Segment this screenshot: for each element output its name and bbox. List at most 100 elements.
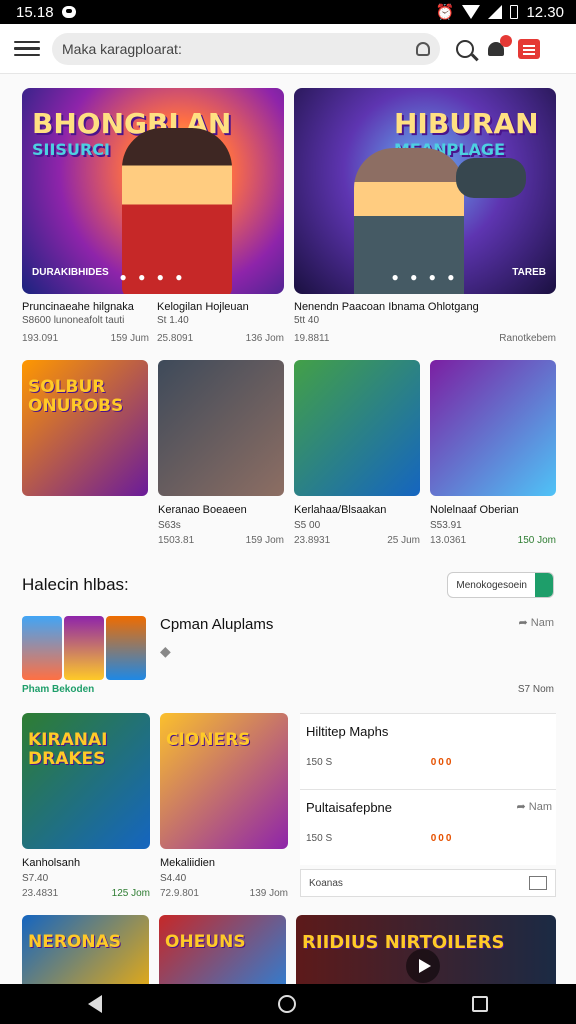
- game-tile-art[interactable]: [158, 360, 284, 496]
- battery-icon: [510, 5, 519, 19]
- side-list-item[interactable]: Hiltitep Maphs 150 S 000: [300, 713, 556, 789]
- bottom-row: NERONAS OHEUNS RIIDIUS NIRTOILERS: [0, 899, 576, 984]
- play-icon[interactable]: [406, 949, 441, 983]
- game-tile-count: 13.0361: [430, 535, 467, 546]
- notification-badge: [500, 34, 512, 47]
- list-item-thumbnails[interactable]: [22, 616, 146, 680]
- notifications-icon[interactable]: [486, 34, 512, 59]
- hero-item-time: 136 Jom: [245, 333, 284, 344]
- gamepad-icon: [456, 158, 526, 198]
- hero-art-title-line: HIBURAN: [394, 107, 539, 140]
- wifi-icon: [462, 5, 481, 19]
- game-tile-art-title: OHEUNS: [165, 932, 246, 952]
- game-tile[interactable]: Kerlahaa/Blsaakan S5 00 23.8931 25 Jum: [294, 360, 420, 546]
- signal-icon: [488, 5, 503, 19]
- hero-item-title: Nenendn Paacoan Ibnama Ohlotgang: [294, 301, 479, 313]
- back-icon[interactable]: [88, 995, 102, 1013]
- list-item[interactable]: Cpman Aluplams ◆ ➦ Nam: [0, 598, 576, 680]
- game-tile-art-title: SOLBUR ONUROBS: [28, 377, 124, 416]
- game-tile-price: S53.91: [430, 520, 462, 531]
- puzzle-icon: ◆: [160, 643, 171, 659]
- menu-icon[interactable]: [14, 40, 40, 57]
- game-tile-name: Keranao Boeaeen: [158, 504, 247, 516]
- hero-item-time: 159 Jum: [110, 333, 149, 344]
- side-item-rating: 000: [430, 757, 454, 768]
- side-search-field[interactable]: Koanas: [300, 869, 556, 897]
- chevron-right-icon: [535, 573, 553, 597]
- game-card-art[interactable]: CIONERS: [160, 713, 288, 849]
- hero-card[interactable]: BHONGBLAN SIISURCI DURAKIBHIDES ● ● ● ● …: [22, 88, 284, 346]
- app-bar: Maka karagploarat:: [0, 24, 576, 74]
- search-input[interactable]: Maka karagploarat:: [52, 32, 440, 65]
- search-icon[interactable]: [456, 39, 474, 58]
- mic-icon[interactable]: [416, 41, 430, 56]
- system-nav-bar: [0, 984, 576, 1024]
- home-icon[interactable]: [278, 995, 296, 1013]
- game-card-price: S4.40: [160, 873, 187, 884]
- list-item-title: Cpman Aluplams: [160, 616, 274, 633]
- share-button[interactable]: ➦ Nam: [518, 616, 554, 629]
- game-card-art-title: KIRANAI DRAKES: [28, 730, 108, 769]
- game-card-time: 139 Jom: [249, 888, 288, 899]
- game-tile[interactable]: Keranao Boeaeen S63s 1503.81 159 Jom: [158, 360, 284, 546]
- list-item-meta: Pham Bekoden: [22, 684, 95, 695]
- status-clock: 12.30: [526, 3, 564, 21]
- hero-card[interactable]: HIBURAN MEANPLAGE TAREB ● ● ● ● Nenendn …: [294, 88, 556, 346]
- game-card-price: S7.40: [22, 873, 49, 884]
- hero-item-sub: St 1.40: [157, 315, 189, 326]
- game-tile-time: 150 Jom: [517, 535, 556, 546]
- hero-item-title: Pruncinaeahe hilgnaka: [22, 301, 134, 313]
- share-label: Nam: [528, 801, 552, 813]
- status-time: 15.18: [16, 3, 54, 21]
- game-tile[interactable]: Nolelnaaf Oberian S53.91 13.0361 150 Jom: [430, 360, 556, 546]
- game-card-count: 23.4831: [22, 888, 59, 899]
- hero-banner[interactable]: BHONGBLAN SIISURCI DURAKIBHIDES ● ● ● ●: [22, 88, 284, 294]
- game-tile-art[interactable]: SOLBUR ONUROBS: [22, 360, 148, 496]
- side-list-item[interactable]: Pultaisafepbne ➦ Nam 150 S 000: [300, 789, 556, 865]
- alarm-icon: ⏰: [435, 4, 455, 21]
- game-tile-price: S5 00: [294, 520, 321, 531]
- hero-item[interactable]: Nenendn Paacoan Ibnama Ohlotgang 5tt 40 …: [294, 300, 556, 346]
- hero-item[interactable]: Pruncinaeahe hilgnaka S8600 lunoneafolt …: [22, 300, 149, 346]
- game-card-name: Mekaliidien: [160, 857, 216, 869]
- hero-item-sub: S8600 lunoneafolt tauti: [22, 315, 125, 326]
- game-card-time: 125 Jom: [111, 888, 150, 899]
- game-tile-art[interactable]: NERONAS: [22, 915, 150, 984]
- share-button[interactable]: ➦ Nam: [516, 800, 552, 815]
- carousel-dots[interactable]: ● ● ● ●: [22, 270, 284, 284]
- video-banner[interactable]: RIIDIUS NIRTOILERS: [296, 915, 557, 984]
- hero-row: BHONGBLAN SIISURCI DURAKIBHIDES ● ● ● ● …: [0, 74, 576, 346]
- featured-grid: KIRANAI DRAKES Kanholsanh S7.40 23.4831 1…: [0, 695, 576, 899]
- game-tile-art[interactable]: [294, 360, 420, 496]
- game-tile-name: Nolelnaaf Oberian: [430, 504, 519, 516]
- hero-item-count: 25.8091: [157, 333, 194, 344]
- side-item-title: Pultaisafepbne: [306, 800, 393, 815]
- game-tile-time: 25 Jum: [387, 535, 420, 546]
- recents-icon[interactable]: [472, 996, 488, 1012]
- hero-banner[interactable]: HIBURAN MEANPLAGE TAREB ● ● ● ●: [294, 88, 556, 294]
- game-card-art[interactable]: KIRANAI DRAKES: [22, 713, 150, 849]
- game-tile-name: Kerlahaa/Blsaakan: [294, 504, 387, 516]
- share-label: Nam: [530, 617, 554, 629]
- game-tile-art[interactable]: OHEUNS: [159, 915, 287, 984]
- status-bar: 15.18 ⏰ 12.30: [0, 0, 576, 24]
- side-item-rating: 000: [430, 833, 454, 844]
- game-tile-count: 23.8931: [294, 535, 331, 546]
- calendar-icon[interactable]: [529, 876, 547, 890]
- game-card-art-title: CIONERS: [166, 730, 251, 750]
- game-card[interactable]: KIRANAI DRAKES Kanholsanh S7.40 23.4831 1…: [22, 713, 150, 899]
- section-action-button[interactable]: Menokogesoein: [447, 572, 554, 598]
- hero-item[interactable]: Kelogilan Hojleuan St 1.40 25.8091 136 Jo…: [157, 300, 284, 346]
- game-card-name: Kanholsanh: [22, 857, 81, 869]
- game-tile-art[interactable]: [430, 360, 556, 496]
- carousel-dots[interactable]: ● ● ● ●: [294, 270, 556, 284]
- game-card[interactable]: CIONERS Mekaliidien S4.40 72.9.801 139 Jo…: [160, 713, 288, 899]
- hero-item-title: Kelogilan Hojleuan: [157, 301, 249, 313]
- game-tile[interactable]: SOLBUR ONUROBS: [22, 360, 148, 546]
- side-item-price: 150 S: [306, 833, 333, 844]
- hero-item-count: 19.8811: [294, 333, 330, 344]
- cart-icon[interactable]: [518, 38, 540, 59]
- game-tile-price: S63s: [158, 520, 181, 531]
- list-item-time: S7 Nom: [517, 684, 554, 695]
- side-item-price: 150 S: [306, 757, 333, 768]
